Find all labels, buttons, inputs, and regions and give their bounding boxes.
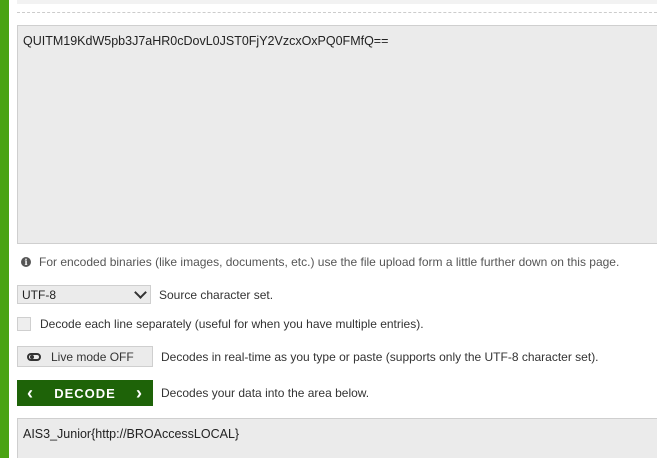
chevron-down-icon [134, 286, 147, 299]
left-accent-bar [0, 0, 9, 458]
encoded-input-textarea[interactable]: QUITM19KdW5pb3J7aHR0cDovL0JST0FjY2VzcxOx… [17, 25, 657, 244]
decode-button-label: DECODE [54, 385, 116, 401]
decode-description: Decodes your data into the area below. [161, 386, 370, 400]
decode-button[interactable]: ‹ DECODE › [17, 380, 153, 406]
charset-row: UTF-8 Source character set. [17, 285, 273, 304]
chevron-right-icon: › [136, 383, 143, 403]
charset-label: Source character set. [159, 287, 274, 302]
live-mode-row: Live mode OFF Decodes in real-time as yo… [17, 346, 599, 367]
top-divider [17, 12, 657, 13]
charset-select[interactable]: UTF-8 [17, 285, 151, 304]
decoded-output-textarea[interactable]: AIS3_Junior{http://BROAccessLOCAL} [17, 418, 657, 458]
charset-selected-value: UTF-8 [22, 287, 56, 302]
live-mode-button[interactable]: Live mode OFF [17, 346, 153, 367]
note-text: For encoded binaries (like images, docum… [39, 255, 620, 269]
decode-each-line-checkbox[interactable] [17, 317, 31, 331]
info-icon: i [21, 257, 31, 267]
toggle-icon [27, 352, 41, 361]
encoded-binaries-note: i For encoded binaries (like images, doc… [21, 255, 619, 269]
decode-each-line-label[interactable]: Decode each line separately (useful for … [40, 317, 424, 331]
top-strip [17, 0, 657, 4]
chevron-left-icon: ‹ [27, 383, 34, 403]
each-line-row: Decode each line separately (useful for … [17, 317, 424, 331]
live-mode-description: Decodes in real-time as you type or past… [161, 349, 599, 364]
live-mode-label: Live mode OFF [51, 349, 134, 364]
decode-row: ‹ DECODE › Decodes your data into the ar… [17, 380, 369, 406]
